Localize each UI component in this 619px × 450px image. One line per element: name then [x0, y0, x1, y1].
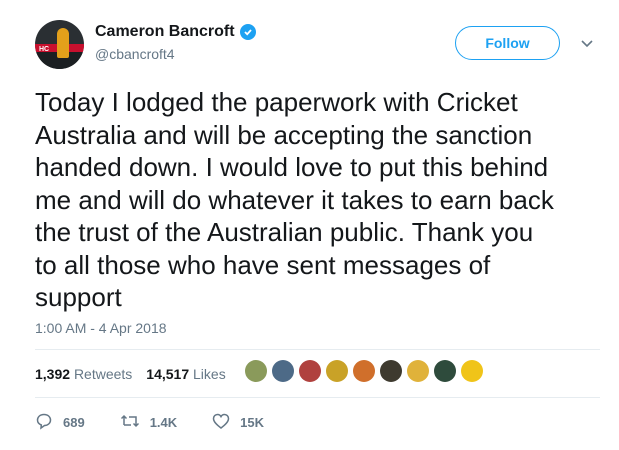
liker-avatar[interactable] [461, 360, 483, 382]
tweet-line: handed down. I would love to put this be… [35, 152, 549, 182]
divider [35, 397, 600, 398]
liker-avatars [245, 360, 483, 382]
tweet-line: me and will do whatever it takes to earn… [35, 184, 554, 215]
retweets-count: 1,392 [35, 366, 71, 382]
like-count: 15K [240, 415, 265, 430]
follow-button[interactable]: Follow [455, 26, 560, 60]
tweet-text: Today I lodged the paperwork with Cricke… [35, 86, 605, 314]
author-name-row[interactable]: Cameron Bancroft [95, 23, 256, 41]
reply-icon[interactable] [35, 412, 53, 433]
tweet-line: to all those who have sent messages of [35, 249, 491, 280]
author-name[interactable]: Cameron Bancroft [95, 23, 235, 41]
retweet-action[interactable]: 1.4K [120, 413, 177, 432]
reply-count: 689 [63, 415, 85, 430]
liker-avatar[interactable] [353, 360, 375, 382]
likes-stat[interactable]: 14,517 Likes [146, 366, 225, 382]
reply-action[interactable]: 689 [35, 412, 85, 433]
liker-avatar[interactable] [380, 360, 402, 382]
tweet-line: support [35, 282, 122, 312]
retweet-count: 1.4K [149, 415, 178, 430]
verified-badge-icon [239, 24, 256, 40]
tweet-line: Today I lodged the paperwork with Cricke… [35, 87, 518, 117]
retweet-icon[interactable] [120, 413, 140, 432]
likes-label: Likes [193, 366, 226, 382]
chevron-down-icon[interactable] [580, 36, 594, 54]
liker-avatar[interactable] [434, 360, 456, 382]
like-action[interactable]: 15K [212, 413, 264, 432]
tweet-timestamp[interactable]: 1:00 AM - 4 Apr 2018 [35, 320, 167, 336]
likes-count: 14,517 [146, 366, 190, 382]
liker-avatar[interactable] [245, 360, 267, 382]
avatar[interactable]: HC [35, 20, 84, 69]
retweets-label: Retweets [73, 366, 133, 382]
author-handle[interactable]: @cbancroft4 [95, 46, 175, 62]
liker-avatar[interactable] [407, 360, 429, 382]
avatar-text: HC [39, 46, 50, 53]
tweet-stats: 1,392 Retweets 14,517 Likes [35, 366, 226, 382]
liker-avatar[interactable] [299, 360, 321, 382]
tweet-line: the trust of the Australian public. Than… [35, 217, 534, 247]
liker-avatar[interactable] [326, 360, 348, 382]
tweet-line: Australia and will be accepting the sanc… [35, 119, 533, 150]
liker-avatar[interactable] [272, 360, 294, 382]
heart-icon[interactable] [212, 413, 230, 432]
avatar-figure [57, 28, 69, 58]
divider [35, 349, 600, 350]
retweets-stat[interactable]: 1,392 Retweets [35, 366, 132, 382]
tweet-actions: 689 1.4K 15K [35, 412, 299, 433]
